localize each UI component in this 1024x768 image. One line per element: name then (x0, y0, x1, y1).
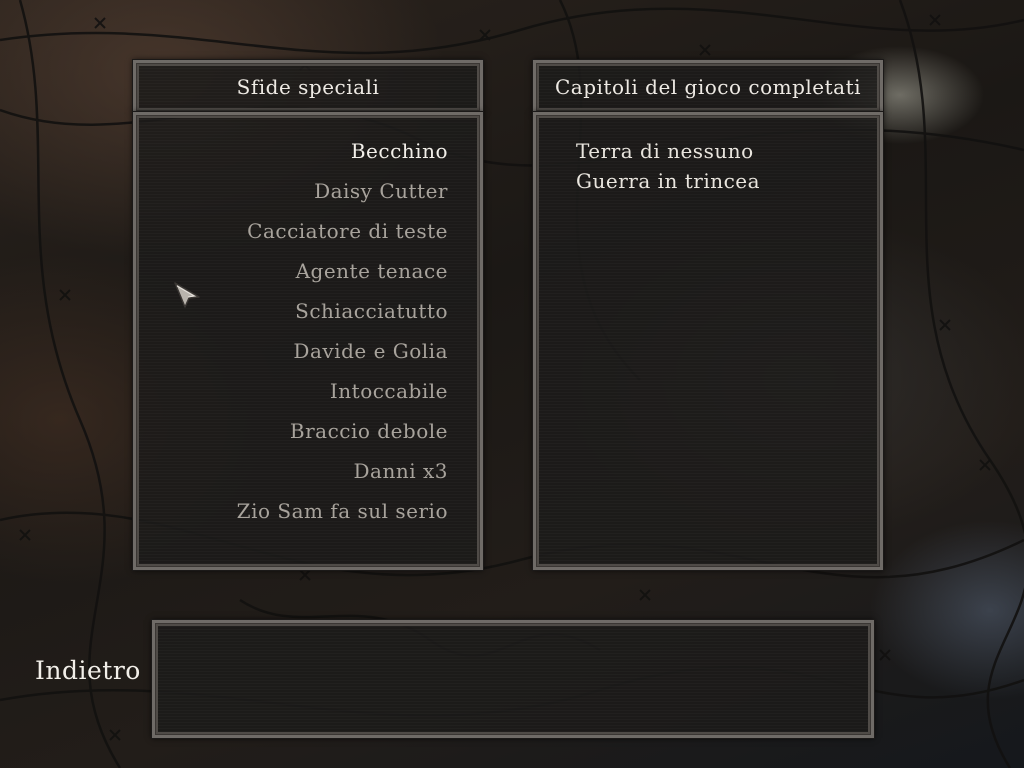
challenge-item[interactable]: Agente tenace (296, 259, 448, 283)
arrow-cursor-icon (174, 282, 200, 308)
challenges-panel-title: Sfide speciali (236, 75, 380, 99)
back-button[interactable]: Indietro (35, 656, 141, 685)
challenge-item[interactable]: Cacciatore di teste (247, 219, 448, 243)
description-text (155, 623, 871, 651)
challenge-item[interactable]: Becchino (351, 139, 448, 163)
challenge-item[interactable]: Intoccabile (330, 379, 448, 403)
description-box (151, 619, 875, 739)
chapter-item: Terra di nessuno (576, 139, 754, 163)
challenge-item[interactable]: Zio Sam fa sul serio (237, 499, 448, 523)
challenge-item[interactable]: Schiacciatutto (295, 299, 448, 323)
chapters-panel-title: Capitoli del gioco completati (554, 75, 862, 99)
challenge-item[interactable]: Daisy Cutter (314, 179, 448, 203)
challenge-item[interactable]: Davide e Golia (293, 339, 448, 363)
chapter-item: Guerra in trincea (576, 169, 761, 193)
chapters-panel-header: Capitoli del gioco completati (532, 59, 884, 115)
challenge-item[interactable]: Braccio debole (290, 419, 448, 443)
challenges-list: Becchino Daisy Cutter Cacciatore di test… (132, 111, 484, 571)
challenge-item[interactable]: Danni x3 (354, 459, 448, 483)
challenges-panel-header: Sfide speciali (132, 59, 484, 115)
chapters-list: Terra di nessuno Guerra in trincea (532, 111, 884, 571)
